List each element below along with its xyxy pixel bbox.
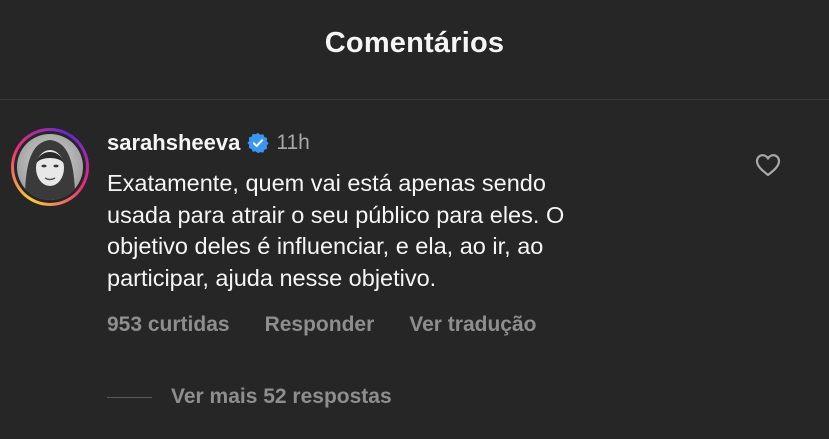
view-replies-label: Ver mais 52 respostas: [171, 385, 392, 408]
view-replies-button[interactable]: Ver mais 52 respostas: [107, 383, 392, 411]
comment-line: objetivo deles é influenciar, e ela, ao …: [107, 233, 544, 259]
timestamp: 11h: [276, 131, 310, 154]
comment-line: usada para atrair o seu público para ele…: [107, 201, 565, 228]
verified-badge-icon: [247, 132, 269, 154]
username[interactable]: sarahsheeva: [107, 130, 240, 156]
comment-line: Exatamente, quem vai está apenas sendo: [107, 170, 546, 196]
comment-text: Exatamente, quem vai está apenas sendo u…: [107, 168, 707, 294]
avatar[interactable]: [11, 128, 89, 206]
page-title: Comentários: [324, 27, 505, 59]
likes-count[interactable]: 953 curtidas: [107, 313, 230, 337]
comment-meta: sarahsheeva 11h: [107, 128, 310, 158]
translate-button[interactable]: Ver tradução: [409, 313, 536, 337]
reply-button[interactable]: Responder: [265, 313, 375, 337]
replies-divider: [107, 396, 152, 398]
comment-line: participar, ajuda nesse objetivo.: [107, 264, 437, 291]
avatar-image: [17, 134, 83, 200]
comments-header: Comentários: [0, 0, 829, 100]
comment-actions: 953 curtidas Responder Ver tradução: [107, 311, 572, 339]
heart-outline-icon[interactable]: [755, 153, 781, 177]
